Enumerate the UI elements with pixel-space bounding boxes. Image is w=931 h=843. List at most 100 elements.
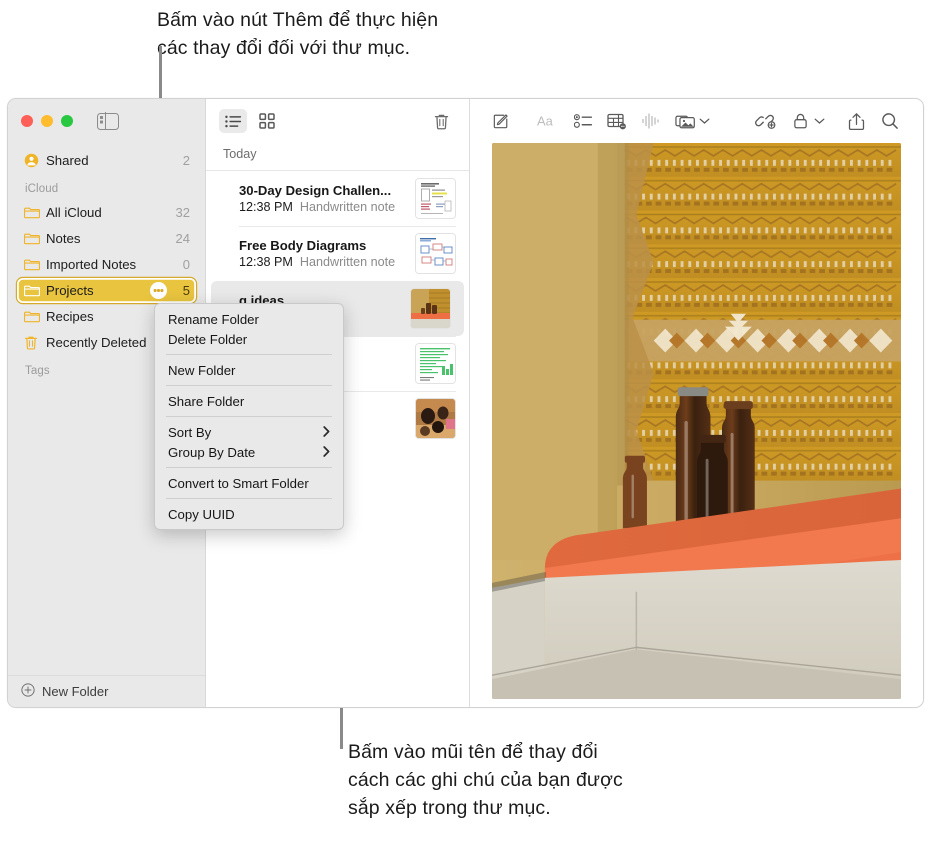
checklist-icon[interactable] bbox=[566, 108, 600, 134]
sidebar-item-count: 0 bbox=[174, 257, 190, 272]
note-text: 30-Day Design Challen... 12:38 PM Handwr… bbox=[239, 183, 407, 214]
link-icon[interactable] bbox=[749, 108, 783, 134]
trash-icon[interactable] bbox=[427, 109, 455, 133]
note-thumbnail bbox=[415, 343, 456, 384]
audio-waveform-icon[interactable] bbox=[634, 108, 668, 134]
note-editor-pane: Aa bbox=[470, 99, 923, 707]
note-subtitle: 12:38 PM Handwritten note bbox=[239, 200, 407, 214]
note-title: Free Body Diagrams bbox=[239, 238, 407, 253]
photo-illustration bbox=[492, 143, 901, 699]
menu-item-label: New Folder bbox=[168, 363, 235, 378]
chevron-down-icon[interactable] bbox=[699, 112, 710, 130]
note-list-item[interactable]: 30-Day Design Challen... 12:38 PM Handwr… bbox=[206, 171, 469, 226]
media-icon[interactable] bbox=[668, 108, 702, 134]
lock-icon[interactable] bbox=[783, 108, 817, 134]
sidebar-item-shared[interactable]: Shared 2 bbox=[17, 148, 196, 173]
note-preview: Handwritten note bbox=[300, 255, 395, 269]
share-icon[interactable] bbox=[839, 108, 873, 134]
new-folder-button[interactable]: New Folder bbox=[8, 675, 205, 707]
note-subtitle: 12:38 PM Handwritten note bbox=[239, 255, 407, 269]
sidebar-item-label: All iCloud bbox=[45, 205, 174, 220]
note-thumbnail bbox=[410, 288, 451, 329]
note-thumbnail bbox=[415, 178, 456, 219]
editor-body bbox=[470, 143, 923, 707]
folder-icon bbox=[24, 206, 45, 219]
menu-item-label: Rename Folder bbox=[168, 312, 259, 327]
chevron-right-icon bbox=[323, 425, 330, 440]
folder-context-menu: Rename Folder Delete Folder New Folder S… bbox=[154, 303, 344, 530]
sidebar-item-label: Shared bbox=[45, 153, 174, 168]
menu-item-label: Group By Date bbox=[168, 445, 323, 460]
svg-text:Aa: Aa bbox=[537, 114, 554, 129]
folder-icon bbox=[24, 232, 45, 245]
folder-icon bbox=[24, 284, 45, 297]
menu-separator bbox=[166, 416, 332, 417]
menu-item-label: Delete Folder bbox=[168, 332, 247, 347]
menu-item-label: Sort By bbox=[168, 425, 323, 440]
callout-text-bottom: Bấm vào mũi tên để thay đổi cách các ghi… bbox=[348, 738, 778, 822]
menu-item-new-folder[interactable]: New Folder bbox=[155, 360, 343, 380]
person-circle-icon bbox=[24, 153, 45, 168]
menu-separator bbox=[166, 498, 332, 499]
window-titlebar bbox=[8, 99, 205, 143]
sidebar-section-icloud: iCloud bbox=[8, 174, 205, 199]
menu-separator bbox=[166, 385, 332, 386]
menu-item-delete-folder[interactable]: Delete Folder bbox=[155, 329, 343, 349]
notes-list-toolbar bbox=[206, 99, 469, 143]
sidebar-toggle-icon[interactable] bbox=[97, 113, 119, 130]
menu-item-label: Share Folder bbox=[168, 394, 244, 409]
sidebar-item-all-icloud[interactable]: All iCloud 32 bbox=[17, 200, 196, 225]
sidebar-item-count: 32 bbox=[174, 205, 190, 220]
sidebar-item-label: Notes bbox=[45, 231, 174, 246]
sidebar-item-notes[interactable]: Notes 24 bbox=[17, 226, 196, 251]
menu-item-label: Copy UUID bbox=[168, 507, 235, 522]
note-photo bbox=[492, 143, 901, 699]
sidebar-item-projects[interactable]: Projects 5 bbox=[17, 278, 196, 303]
more-actions-button[interactable] bbox=[150, 282, 167, 299]
sidebar-item-count: 2 bbox=[174, 153, 190, 168]
format-aa-icon: Aa bbox=[532, 108, 566, 134]
sidebar-item-count: 24 bbox=[174, 231, 190, 246]
callout-text-top: Bấm vào nút Thêm để thực hiện các thay đ… bbox=[157, 6, 617, 62]
chevron-right-icon bbox=[323, 445, 330, 460]
menu-item-rename-folder[interactable]: Rename Folder bbox=[155, 309, 343, 329]
note-time: 12:38 PM bbox=[239, 200, 293, 214]
note-title: 30-Day Design Challen... bbox=[239, 183, 407, 198]
minimize-button[interactable] bbox=[41, 115, 53, 127]
menu-item-share-folder[interactable]: Share Folder bbox=[155, 391, 343, 411]
list-view-icon[interactable] bbox=[219, 109, 247, 133]
sidebar-item-imported-notes[interactable]: Imported Notes 0 bbox=[17, 252, 196, 277]
sidebar-item-count: 5 bbox=[174, 283, 190, 298]
note-thumbnail bbox=[415, 398, 456, 439]
screenshot-root: Bấm vào nút Thêm để thực hiện các thay đ… bbox=[0, 0, 931, 843]
sidebar-item-label: Imported Notes bbox=[45, 257, 174, 272]
search-icon[interactable] bbox=[873, 108, 907, 134]
note-time: 12:38 PM bbox=[239, 255, 293, 269]
note-text: Free Body Diagrams 12:38 PM Handwritten … bbox=[239, 238, 407, 269]
new-folder-label: New Folder bbox=[42, 684, 108, 699]
menu-separator bbox=[166, 467, 332, 468]
compose-icon[interactable] bbox=[484, 108, 518, 134]
trash-icon bbox=[24, 335, 45, 350]
menu-item-sort-by[interactable]: Sort By bbox=[155, 422, 343, 442]
notes-app-window: Shared 2 iCloud All iCloud 32 bbox=[7, 98, 924, 708]
plus-circle-icon bbox=[21, 683, 35, 700]
menu-item-group-by-date[interactable]: Group By Date bbox=[155, 442, 343, 462]
menu-separator bbox=[166, 354, 332, 355]
zoom-button[interactable] bbox=[61, 115, 73, 127]
editor-toolbar: Aa bbox=[470, 99, 923, 143]
table-icon[interactable] bbox=[600, 108, 634, 134]
close-button[interactable] bbox=[21, 115, 33, 127]
note-thumbnail bbox=[415, 233, 456, 274]
sidebar-item-label: Projects bbox=[45, 283, 150, 298]
note-list-item[interactable]: Free Body Diagrams 12:38 PM Handwritten … bbox=[206, 226, 469, 281]
notes-group-header: Today bbox=[206, 143, 469, 171]
folder-icon bbox=[24, 310, 45, 323]
menu-item-copy-uuid[interactable]: Copy UUID bbox=[155, 504, 343, 524]
folder-icon bbox=[24, 258, 45, 271]
gallery-view-icon[interactable] bbox=[253, 109, 281, 133]
chevron-down-icon[interactable] bbox=[814, 112, 825, 130]
menu-item-convert-to-smart-folder[interactable]: Convert to Smart Folder bbox=[155, 473, 343, 493]
note-preview: Handwritten note bbox=[300, 200, 395, 214]
menu-item-label: Convert to Smart Folder bbox=[168, 476, 309, 491]
